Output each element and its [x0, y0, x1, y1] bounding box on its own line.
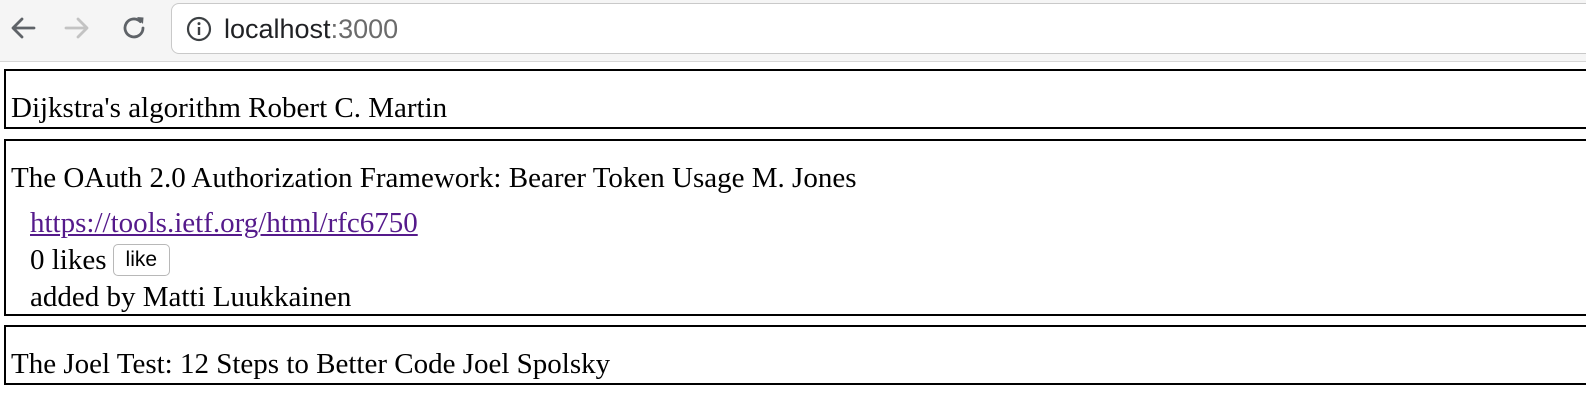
- blog-url-link[interactable]: https://tools.ietf.org/html/rfc6750: [30, 207, 418, 239]
- back-arrow-icon: [11, 17, 36, 39]
- address-bar[interactable]: localhost:3000: [171, 3, 1586, 54]
- like-button[interactable]: like: [112, 244, 171, 277]
- blog-title[interactable]: Dijkstra's algorithm Robert C. Martin: [11, 91, 447, 125]
- url-host: localhost: [224, 14, 331, 44]
- forward-button[interactable]: [59, 10, 95, 46]
- forward-arrow-icon: [64, 17, 89, 39]
- likes-count: 0 likes: [30, 244, 107, 276]
- blog-item: Dijkstra's algorithm Robert C. Martin: [4, 69, 1586, 129]
- blog-details: https://tools.ietf.org/html/rfc6750 0 li…: [30, 205, 418, 316]
- blog-title[interactable]: The OAuth 2.0 Authorization Framework: B…: [11, 161, 857, 195]
- url-text[interactable]: localhost:3000: [224, 12, 398, 46]
- blog-item: The Joel Test: 12 Steps to Better Code J…: [4, 325, 1586, 385]
- blog-title[interactable]: The Joel Test: 12 Steps to Better Code J…: [11, 347, 610, 381]
- reload-icon: [123, 17, 145, 39]
- browser-toolbar: localhost:3000: [0, 0, 1586, 62]
- back-button[interactable]: [5, 10, 41, 46]
- added-by-text: added by Matti Luukkainen: [30, 281, 352, 313]
- info-icon[interactable]: [186, 16, 212, 42]
- likes-row: 0 likes like: [30, 242, 418, 279]
- url-port: :3000: [330, 14, 399, 44]
- reload-button[interactable]: [116, 10, 152, 46]
- blog-item: The OAuth 2.0 Authorization Framework: B…: [4, 139, 1586, 316]
